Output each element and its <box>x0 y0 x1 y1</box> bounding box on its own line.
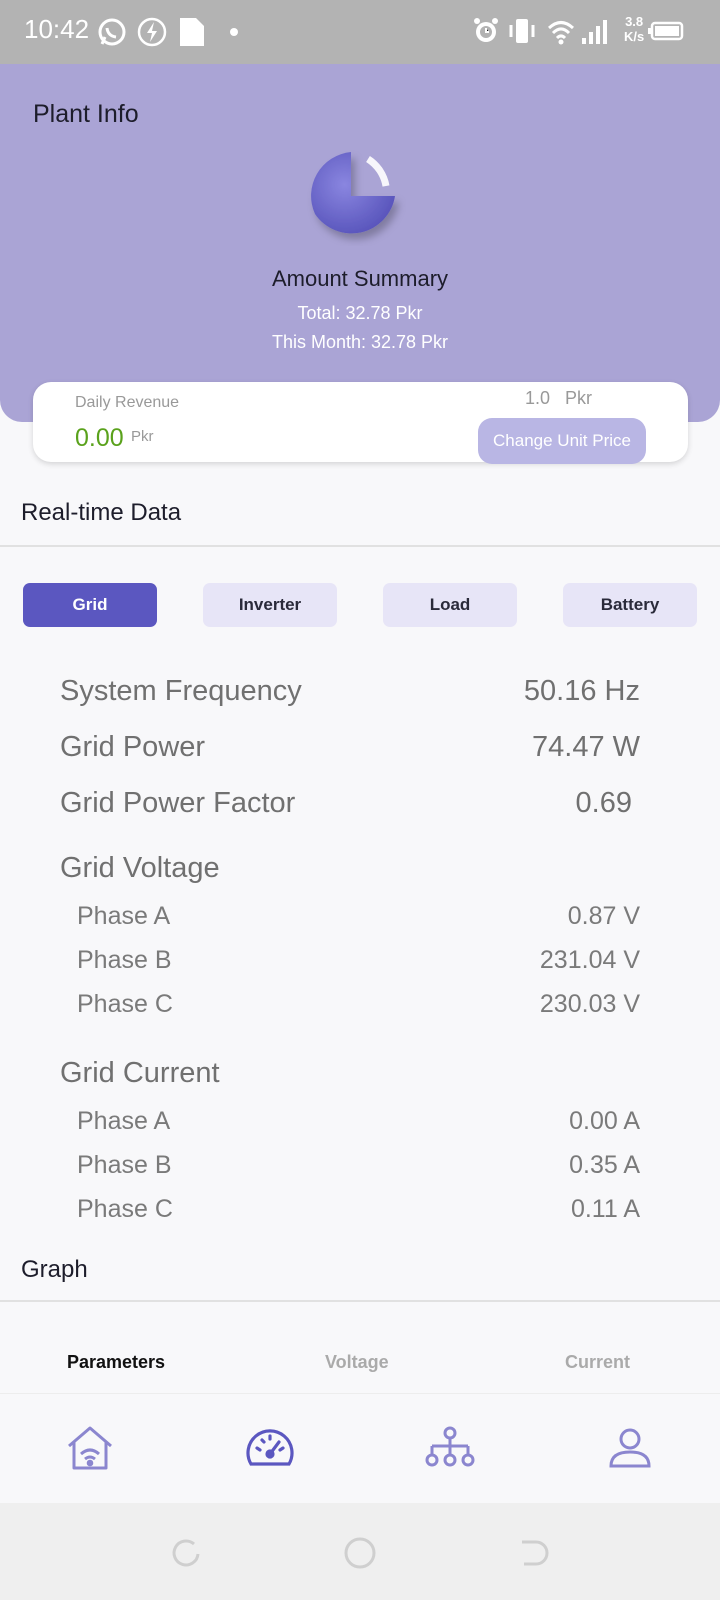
realtime-data-title: Real-time Data <box>21 499 182 526</box>
section-divider <box>0 1300 720 1302</box>
signal-icon <box>580 16 612 46</box>
summary-total: Total: 32.78 Pkr <box>297 303 423 323</box>
grid-power-factor-label: Grid Power Factor <box>60 787 296 819</box>
status-time: 10:42 <box>24 14 90 44</box>
grid-voltage-label: Grid Voltage <box>60 852 220 884</box>
grid-current-label: Grid Current <box>60 1057 220 1089</box>
current-phase-b-label: Phase B <box>77 1151 172 1179</box>
dashboard-gauge-icon[interactable] <box>238 1416 302 1480</box>
wifi-icon <box>546 16 576 46</box>
system-frequency-label: System Frequency <box>60 675 302 707</box>
home-circle-icon[interactable] <box>340 1533 380 1573</box>
current-phase-c-value: 0.11 A <box>570 1195 640 1223</box>
battery-icon <box>648 16 686 46</box>
profile-icon[interactable] <box>598 1416 662 1480</box>
network-tree-icon[interactable] <box>418 1416 482 1480</box>
current-phase-a-label: Phase A <box>77 1107 171 1135</box>
section-divider <box>0 545 720 547</box>
net-speed-value: 3.8 <box>625 14 644 29</box>
voltage-phase-a-value: 0.87 V <box>567 902 640 930</box>
graph-tab-current[interactable]: Current <box>565 1352 630 1373</box>
bottom-navigation <box>0 1393 720 1503</box>
system-navigation-bar <box>0 1503 720 1600</box>
current-phase-b-value: 0.35 A <box>569 1151 640 1179</box>
unit-price: 1.0 Pkr <box>525 388 592 409</box>
unit-price-value: 1.0 <box>525 388 551 408</box>
graph-tab-parameters[interactable]: Parameters <box>67 1352 165 1373</box>
summary-this-month: This Month: 32.78 Pkr <box>271 332 449 352</box>
voltage-phase-a-label: Phase A <box>77 902 171 930</box>
current-phase-c-label: Phase C <box>77 1195 173 1223</box>
daily-revenue-unit: Pkr <box>131 428 154 445</box>
net-speed: 3.8 K/s <box>624 14 644 44</box>
amount-summary-title: Amount Summary <box>271 266 449 291</box>
sd-card-icon <box>178 16 206 48</box>
grid-power-factor-value: 0.69 <box>575 787 632 819</box>
daily-revenue-label: Daily Revenue <box>75 394 180 411</box>
grid-power-value: 74.47 W <box>532 731 640 763</box>
notification-dot-icon <box>230 28 238 36</box>
amount-pie-chart-icon <box>306 146 406 246</box>
vibrate-icon <box>506 16 538 46</box>
daily-revenue-value: 0.00 <box>75 424 124 452</box>
graph-tab-voltage[interactable]: Voltage <box>325 1352 389 1373</box>
voltage-phase-c-label: Phase C <box>77 990 173 1018</box>
charging-icon <box>136 16 168 48</box>
home-wifi-icon[interactable] <box>58 1416 122 1480</box>
recent-apps-icon[interactable] <box>165 1533 205 1573</box>
alarm-icon <box>472 16 500 46</box>
change-unit-price-button[interactable]: Change Unit Price <box>478 418 646 464</box>
grid-power-label: Grid Power <box>60 731 206 763</box>
net-speed-unit: K/s <box>624 29 645 44</box>
page-title: Plant Info <box>33 100 139 128</box>
daily-revenue-card: Daily Revenue 0.00 Pkr 1.0 Pkr Change Un… <box>33 382 688 464</box>
status-bar: 10:42 3.8 K/s <box>0 0 720 64</box>
current-phase-a-value: 0.00 A <box>569 1107 640 1135</box>
voltage-phase-b-label: Phase B <box>77 946 172 974</box>
tab-battery[interactable]: Battery <box>563 583 697 627</box>
voltage-phase-c-value: 230.03 V <box>539 990 640 1018</box>
back-icon[interactable] <box>515 1533 555 1573</box>
voltage-phase-b-value: 231.04 V <box>539 946 640 974</box>
system-frequency-value: 50.16 Hz <box>523 675 640 707</box>
graph-title: Graph <box>21 1256 88 1283</box>
whatsapp-icon <box>96 16 128 48</box>
unit-price-currency: Pkr <box>565 388 593 408</box>
tab-grid[interactable]: Grid <box>23 583 157 627</box>
tab-inverter[interactable]: Inverter <box>203 583 337 627</box>
tab-load[interactable]: Load <box>383 583 517 627</box>
